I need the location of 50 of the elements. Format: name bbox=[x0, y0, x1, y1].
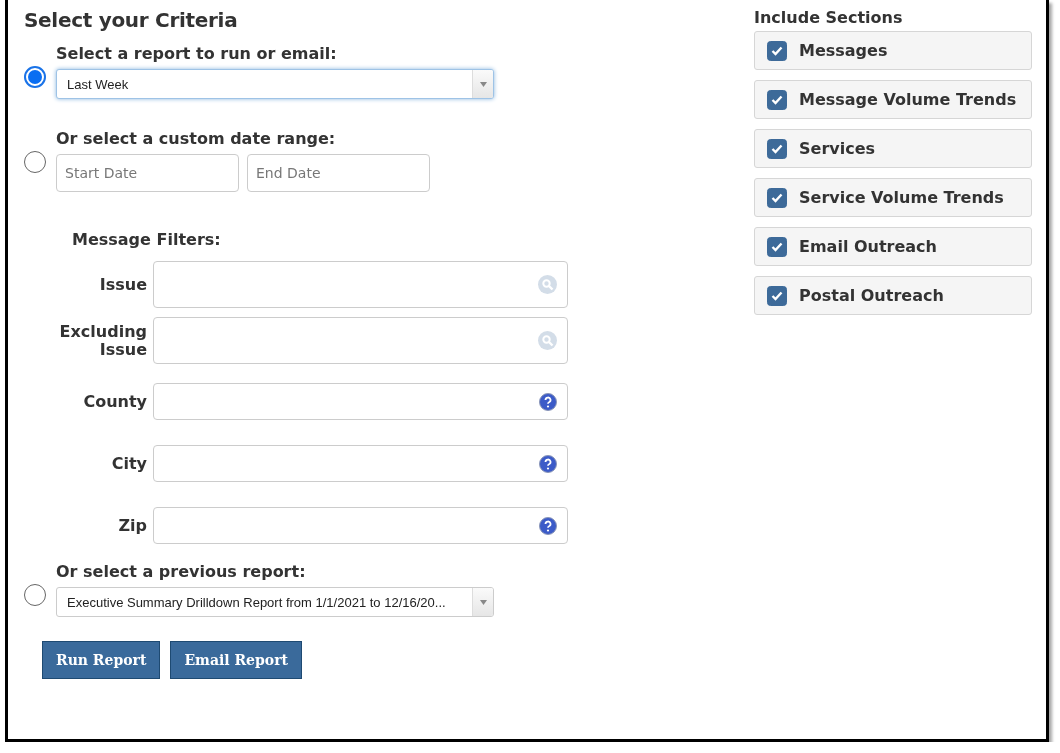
section-label: Service Volume Trends bbox=[799, 188, 1004, 207]
caret-icon bbox=[479, 81, 487, 87]
sections-heading: Include Sections bbox=[754, 8, 904, 27]
section-label: Message Volume Trends bbox=[799, 90, 1017, 109]
checkbox[interactable] bbox=[767, 236, 787, 257]
dropdown-caret[interactable] bbox=[472, 588, 493, 616]
filter-label: Issue bbox=[98, 275, 147, 294]
dropdown-caret[interactable] bbox=[472, 70, 493, 98]
filter-label: Zip bbox=[117, 516, 147, 535]
checkbox[interactable] bbox=[767, 89, 787, 110]
section-option[interactable]: Services bbox=[754, 129, 1032, 168]
section-option[interactable]: Email Outreach bbox=[754, 227, 1032, 266]
option-label: Or select a custom date range: bbox=[56, 129, 337, 148]
section-label: Email Outreach bbox=[799, 237, 937, 256]
help-icon[interactable] bbox=[539, 392, 557, 411]
page-title: Select your Criteria bbox=[24, 8, 239, 32]
radio-button[interactable] bbox=[24, 66, 46, 88]
section-label: Messages bbox=[799, 41, 888, 60]
checkbox[interactable] bbox=[767, 187, 787, 208]
help-icon[interactable] bbox=[539, 516, 557, 535]
report-button[interactable]: Email Report bbox=[170, 641, 302, 679]
filter-field[interactable] bbox=[153, 507, 568, 544]
section-option[interactable]: Messages bbox=[754, 31, 1032, 70]
filter-field[interactable] bbox=[153, 317, 568, 364]
filter-field[interactable] bbox=[153, 261, 568, 308]
option-label: Select a report to run or email: bbox=[56, 44, 338, 63]
filters-heading: Message Filters: bbox=[72, 230, 222, 249]
help-icon[interactable] bbox=[539, 454, 557, 473]
filter-label: County bbox=[82, 392, 147, 411]
section-option[interactable]: Message Volume Trends bbox=[754, 80, 1032, 119]
checkbox[interactable] bbox=[767, 40, 787, 61]
end-date-field[interactable]: End Date bbox=[247, 154, 430, 192]
report-dropdown[interactable]: Executive Summary Drilldown Report from 1/1/2021 to 12/16/20... bbox=[56, 587, 494, 617]
report-button[interactable]: Run Report bbox=[42, 641, 161, 679]
filter-label: Excluding Issue bbox=[58, 322, 147, 359]
section-option[interactable]: Postal Outreach bbox=[754, 276, 1032, 315]
section-option[interactable]: Service Volume Trends bbox=[754, 178, 1032, 217]
report-dropdown[interactable]: Last Week bbox=[56, 69, 494, 99]
section-label: Services bbox=[799, 139, 876, 158]
filter-field[interactable] bbox=[153, 445, 568, 482]
radio-button[interactable] bbox=[24, 584, 46, 606]
option-label: Or select a previous report: bbox=[56, 562, 307, 581]
checkbox[interactable] bbox=[767, 285, 787, 306]
checkbox[interactable] bbox=[767, 138, 787, 159]
caret-icon bbox=[479, 599, 487, 605]
section-label: Postal Outreach bbox=[799, 286, 944, 305]
start-date-field[interactable]: Start Date bbox=[56, 154, 239, 192]
filter-field[interactable] bbox=[153, 383, 568, 420]
radio-button[interactable] bbox=[24, 151, 46, 173]
filter-label: City bbox=[110, 454, 147, 473]
